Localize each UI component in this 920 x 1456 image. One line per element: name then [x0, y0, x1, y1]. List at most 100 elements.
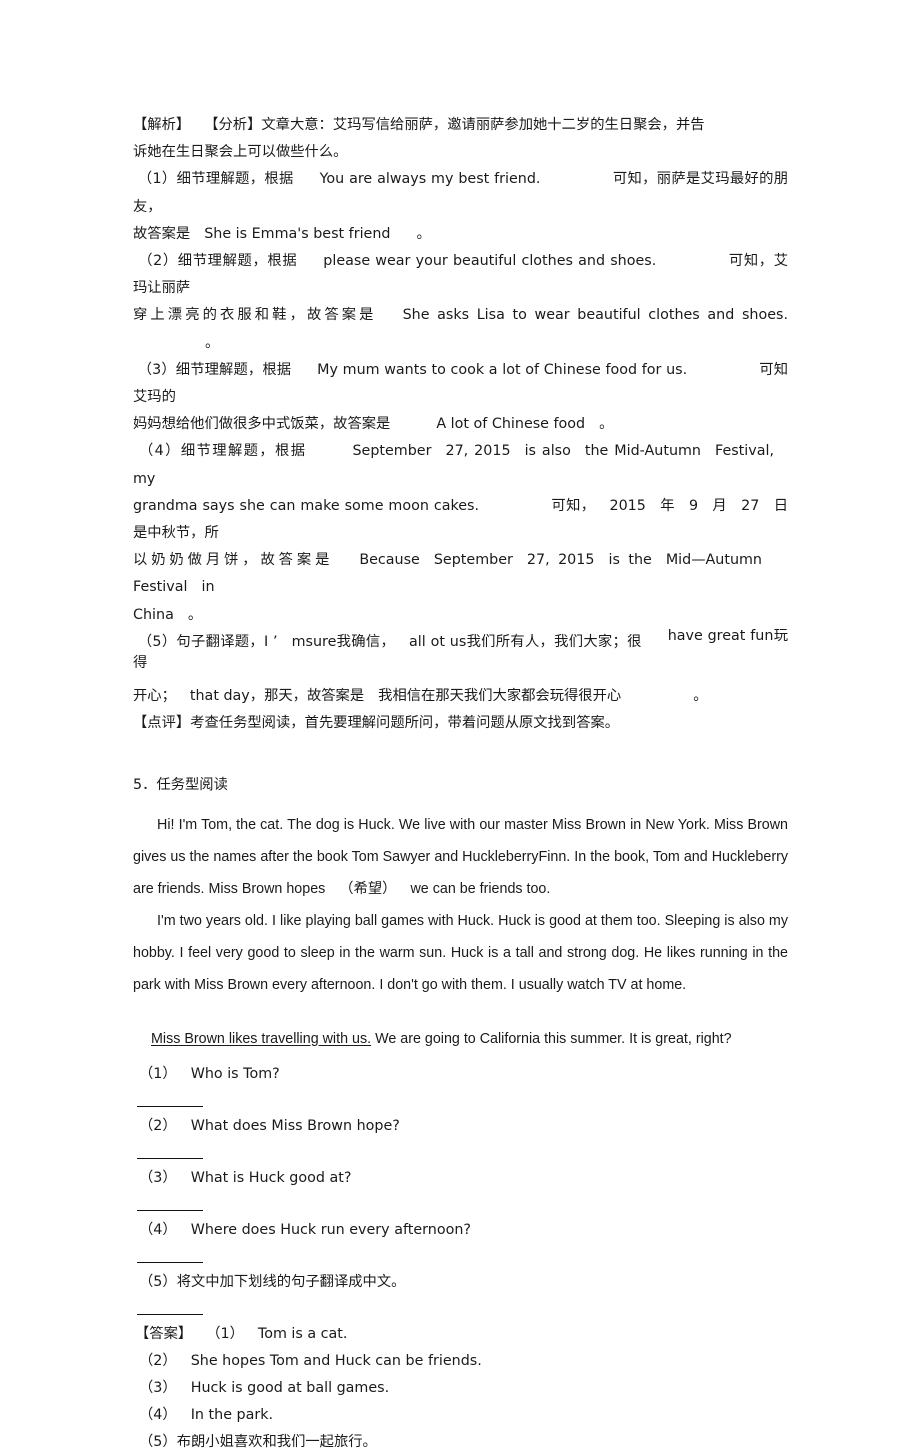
item-1-period: 。	[416, 225, 431, 242]
item-2-deduce-2: 穿上漂亮的衣服和鞋，故答案是	[133, 307, 377, 324]
item-5-t3: 我确信，	[336, 633, 396, 650]
item-5-t5: 我们所有人，我们大家；很	[466, 633, 642, 650]
item-5-period: 。	[693, 688, 708, 705]
explanation-summary-line-1: 【解析】 【分析】文章大意：艾玛写信给丽萨，邀请丽萨参加她十二岁的生日聚会，并告	[133, 112, 788, 139]
question-4: （4） Where does Huck run every afternoon?	[133, 1217, 788, 1244]
item-4-deduce-month: 9	[688, 497, 699, 514]
answer-blank-3[interactable]	[137, 1209, 203, 1211]
item-5-number: （5）	[137, 633, 177, 650]
explanation-item-3-line-1: （3）细节理解题，根据 My mum wants to cook a lot of…	[133, 357, 788, 411]
item-4-quote-a: September	[352, 443, 432, 460]
question-2-number: （2）	[139, 1117, 177, 1134]
item-4-number: （4）	[138, 443, 181, 460]
answer-2-number: （2）	[139, 1352, 177, 1369]
explanation-item-2-line-1: （2）细节理解题，根据 please wear your beautiful cl…	[133, 248, 788, 302]
passage-underlined-sentence: Miss Brown likes travelling with us.	[151, 1030, 372, 1047]
item-1-type: 细节理解题，根据	[176, 171, 294, 188]
item-3-type: 细节理解题，根据	[175, 361, 292, 378]
item-5-t9: that day	[189, 688, 250, 705]
item-4-deduce: 可知，	[551, 497, 596, 514]
explanation-dianping-line: 【点评】考查任务型阅读，首先要理解问题所问，带着问题从原文找到答案。	[133, 710, 788, 737]
answer-2: （2） She hopes Tom and Huck can be friends…	[133, 1348, 788, 1375]
item-4-deduce-2: 以奶奶做月饼，故答案是	[133, 552, 334, 569]
answer-5: （5）布朗小姐喜欢和我们一起旅行。	[133, 1429, 788, 1456]
answers-heading-row: 【答案】 （1） Tom is a cat.	[133, 1321, 788, 1348]
item-4-answer-h: China	[133, 606, 174, 623]
answer-blank-4[interactable]	[137, 1261, 203, 1263]
item-3-quote: My mum wants to cook a lot of Chinese fo…	[317, 361, 688, 378]
explanation-summary-text: 文章大意：艾玛写信给丽萨，邀请丽萨参加她十二岁的生日聚会，并告	[261, 117, 705, 133]
item-2-type: 细节理解题，根据	[177, 253, 298, 270]
answer-blank-2[interactable]	[137, 1157, 203, 1159]
explanation-item-2-line-2: 穿上漂亮的衣服和鞋，故答案是 She asks Lisa to wear beau…	[133, 302, 788, 356]
item-3-deduce-2: 妈妈想给他们做很多中式饭菜，故答案是	[133, 416, 391, 433]
item-4-period: 。	[187, 606, 203, 623]
explanation-item-5-line-1: （5）句子翻译题，I ’ msure我确信， all ot us我们所有人，我们大家…	[133, 627, 788, 683]
item-5-answer: 我相信在那天我们大家都会玩得很开心	[378, 688, 622, 705]
item-4-answer-b: September	[433, 552, 513, 569]
item-5-t2: msure	[291, 633, 337, 650]
item-4-deduce-day: 27	[741, 497, 760, 514]
item-4-quote-f: my	[133, 470, 156, 487]
passage-paragraph-2: I'm two years old. I like playing ball g…	[133, 912, 788, 993]
item-5-type: 句子翻译题，	[176, 633, 264, 650]
item-3-answer: A lot of Chinese food	[436, 416, 586, 433]
explanation-block: 【解析】 【分析】文章大意：艾玛写信给丽萨，邀请丽萨参加她十二岁的生日聚会，并告 …	[133, 112, 788, 738]
answer-1-number: （1）	[206, 1325, 244, 1342]
item-2-quote: please wear your beautiful clothes and s…	[323, 253, 657, 270]
item-4-deduce-nian: 年	[659, 497, 675, 514]
explanation-item-1-line-2: 故答案是 She is Emma's best friend 。	[133, 221, 788, 248]
answer-5-number: （5）	[139, 1433, 177, 1450]
question-2-text: What does Miss Brown hope?	[190, 1117, 400, 1134]
item-3-period: 。	[599, 416, 614, 433]
answer-blank-5[interactable]	[137, 1313, 203, 1315]
question-3-text: What is Huck good at?	[190, 1169, 352, 1186]
item-5-t8: 开心；	[133, 688, 176, 705]
item-1-answer-lead: 故答案是	[133, 225, 191, 242]
section-5-heading: 5．任务型阅读	[133, 776, 228, 793]
answer-3-number: （3）	[139, 1379, 177, 1396]
item-5-t10: ，那天，故答案是	[249, 688, 365, 705]
explanation-item-4-line-4: China 。	[133, 602, 788, 629]
answer-4: （4） In the park.	[133, 1402, 788, 1429]
question-1-number: （1）	[139, 1065, 177, 1082]
item-2-period: 。	[205, 334, 220, 351]
explanation-item-3-line-2: 妈妈想给他们做很多中式饭菜，故答案是 A lot of Chinese food 。	[133, 411, 788, 438]
item-2-number: （2）	[138, 253, 178, 270]
document-page: 【解析】 【分析】文章大意：艾玛写信给丽萨，邀请丽萨参加她十二岁的生日聚会，并告 …	[133, 112, 788, 1456]
question-5: （5）将文中加下划线的句子翻译成中文。	[133, 1269, 788, 1296]
question-4-number: （4）	[139, 1221, 177, 1238]
item-4-answer-c: 27, 2015	[526, 552, 595, 569]
dianping-label: 【点评】	[133, 715, 191, 732]
item-4-type: 细节理解题，根据	[180, 443, 307, 460]
item-1-number: （1）	[137, 171, 177, 188]
passage-p3-rest: We are going to California this summer. …	[375, 1030, 732, 1047]
dianping-text: 考查任务型阅读，首先要理解问题所问，带着问题从原文找到答案。	[190, 715, 620, 732]
item-4-deduce-year: 2015	[609, 497, 646, 514]
item-4-quote-c: is also	[524, 443, 571, 460]
explanation-summary-line-2: 诉她在生日聚会上可以做些什么。	[133, 144, 348, 161]
answer-4-text: In the park.	[190, 1406, 274, 1423]
answer-3-text: Huck is good at ball games.	[190, 1379, 390, 1396]
question-2: （2） What does Miss Brown hope?	[133, 1113, 788, 1140]
question-5-text: 将文中加下划线的句子翻译成中文。	[176, 1273, 406, 1290]
item-4-quote-g: grandma says she can make some moon cake…	[133, 497, 480, 514]
answer-blank-1[interactable]	[137, 1105, 203, 1107]
item-5-t6: have great fun	[667, 627, 774, 644]
passage-p1-gloss: （希望）	[339, 880, 397, 897]
item-4-deduce-yue: 月	[712, 497, 728, 514]
answer-1-text: Tom is a cat.	[257, 1325, 348, 1342]
answers-label: 【答案】	[135, 1325, 193, 1342]
fenxi-label: 【分析】	[204, 117, 262, 133]
question-3: （3） What is Huck good at?	[133, 1165, 788, 1192]
item-5-t4: all ot us	[409, 633, 467, 650]
item-1-answer: She is Emma's best friend	[204, 225, 391, 242]
item-1-quote: You are always my best friend.	[319, 171, 541, 188]
explanation-item-4-line-2: grandma says she can make some moon cake…	[133, 493, 788, 547]
passage-p1-tail: we can be friends too.	[410, 880, 551, 897]
explanation-item-5-line-2: 开心； that day，那天，故答案是 我相信在那天我们大家都会玩得很开心 。	[133, 683, 788, 710]
item-5-t1: I ’	[263, 633, 278, 650]
item-4-answer-d: is the	[608, 552, 652, 569]
question-1-text: Who is Tom?	[190, 1065, 280, 1082]
question-5-number: （5）	[139, 1273, 177, 1290]
